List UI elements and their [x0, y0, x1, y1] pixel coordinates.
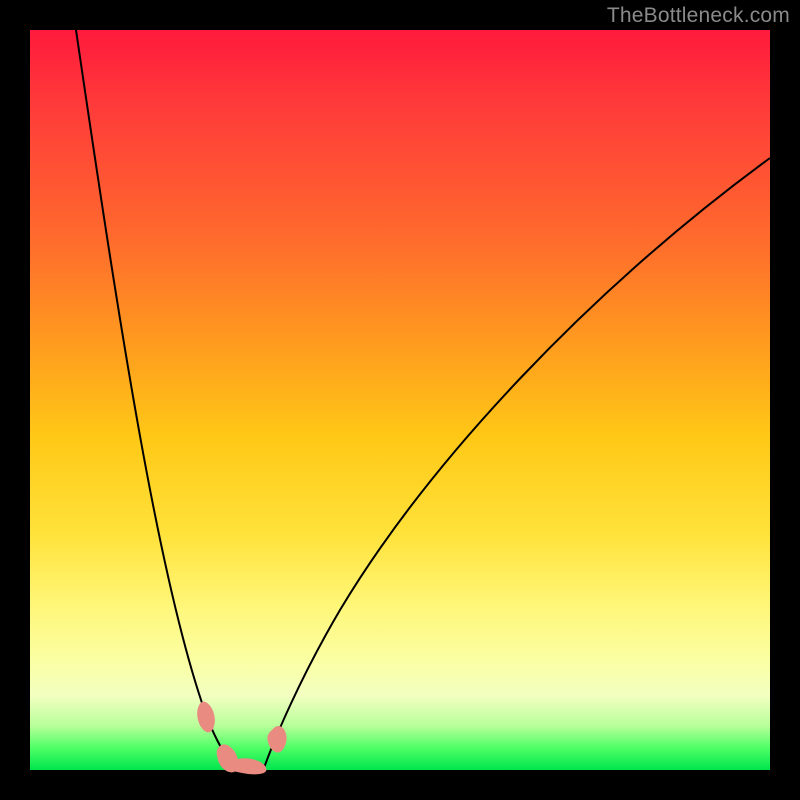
right-curve	[264, 158, 770, 768]
marker-left-upper	[197, 702, 215, 733]
watermark-text: TheBottleneck.com	[607, 4, 790, 28]
left-curve	[76, 30, 240, 768]
marker-bottom-bridge	[230, 758, 267, 774]
curve-overlay	[30, 30, 770, 770]
outer-black-frame: TheBottleneck.com	[0, 0, 800, 800]
